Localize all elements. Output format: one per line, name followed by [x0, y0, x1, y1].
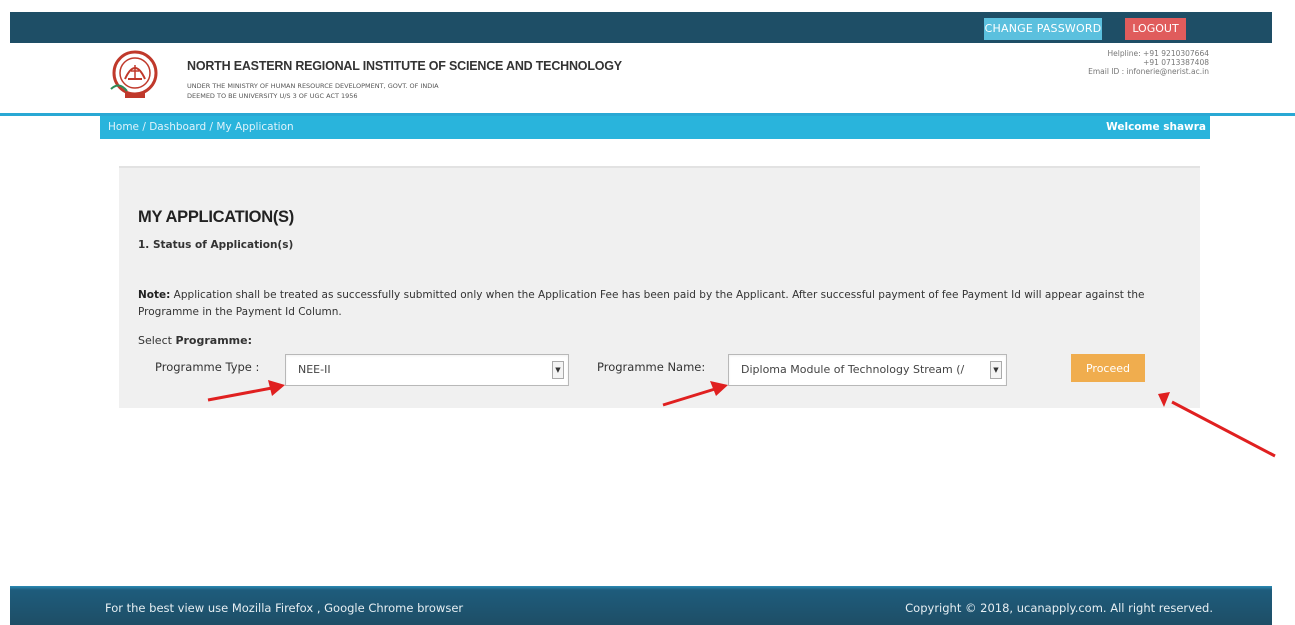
- change-password-button[interactable]: CHANGE PASSWORD: [984, 18, 1102, 40]
- page-title: MY APPLICATION(S): [138, 208, 294, 226]
- proceed-button[interactable]: Proceed: [1071, 354, 1145, 382]
- note-text: Note: Application shall be treated as su…: [138, 287, 1178, 321]
- institute-emblem-icon: [110, 50, 158, 98]
- dropdown-arrow-icon[interactable]: ▼: [990, 361, 1002, 379]
- programme-name-value: Diploma Module of Technology Stream (/: [741, 363, 965, 376]
- programme-type-label: Programme Type :: [155, 360, 260, 374]
- note-label: Note:: [138, 289, 171, 301]
- programme-name-select[interactable]: Diploma Module of Technology Stream (/ ▼: [728, 354, 1007, 386]
- programme-name-label: Programme Name:: [597, 360, 706, 374]
- institute-subtitle-2: DEEMED TO BE UNIVERSITY U/S 3 OF UGC ACT…: [187, 92, 358, 100]
- dropdown-arrow-icon[interactable]: ▼: [552, 361, 564, 379]
- footer-copyright: Copyright © 2018, ucanapply.com. All rig…: [905, 601, 1213, 615]
- programme-type-value: NEE-II: [298, 363, 331, 376]
- helpline-2: +91 0713387408: [1143, 58, 1209, 67]
- section-subtitle: 1. Status of Application(s): [138, 239, 294, 251]
- logout-button[interactable]: LOGOUT: [1125, 18, 1186, 40]
- breadcrumb[interactable]: Home / Dashboard / My Application: [108, 121, 294, 133]
- institute-subtitle: UNDER THE MINISTRY OF HUMAN RESOURCE DEV…: [187, 82, 439, 90]
- helpline: Helpline: +91 9210307664: [1107, 49, 1209, 58]
- note-body: Application shall be treated as successf…: [138, 289, 1145, 318]
- contact-email: Email ID : infonerie@nerist.ac.in: [1088, 67, 1209, 76]
- select-programme-label: Select Programme:: [138, 334, 252, 347]
- footer-browser-note: For the best view use Mozilla Firefox , …: [105, 601, 464, 615]
- welcome-text: Welcome shawra: [1106, 121, 1206, 133]
- select-bold: Programme:: [175, 334, 252, 347]
- programme-type-select[interactable]: NEE-II ▼: [285, 354, 569, 386]
- header: [10, 43, 1272, 113]
- institute-name: NORTH EASTERN REGIONAL INSTITUTE OF SCIE…: [187, 59, 622, 73]
- select-prefix: Select: [138, 334, 176, 347]
